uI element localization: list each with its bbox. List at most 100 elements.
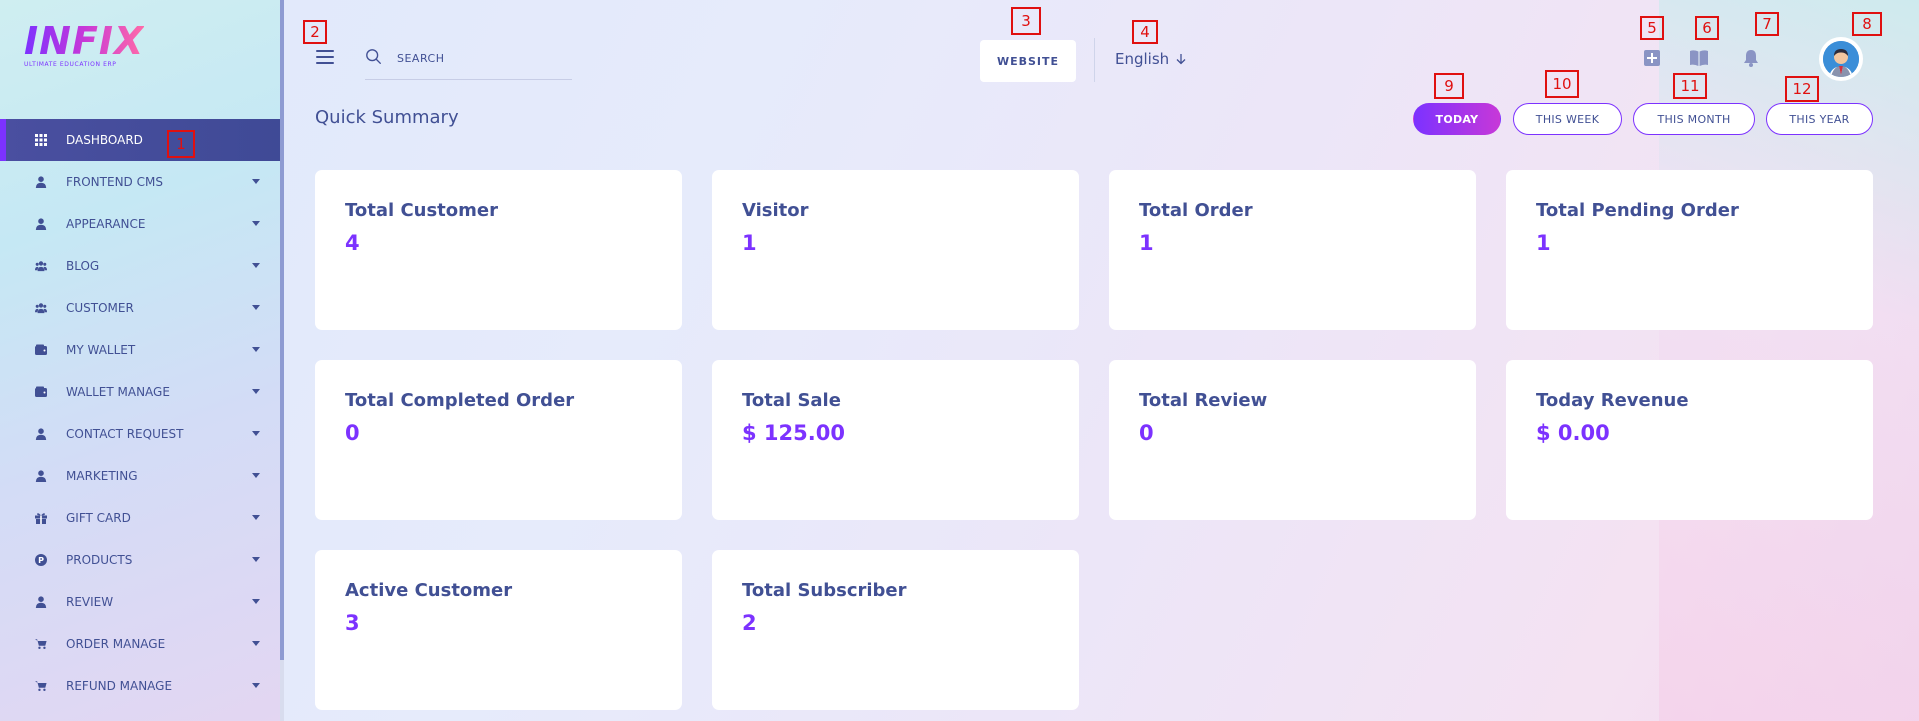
documentation-button[interactable] — [1689, 48, 1709, 68]
caret-down-icon — [252, 515, 260, 520]
annotation-marker: 11 — [1673, 73, 1707, 99]
gift-icon — [34, 511, 48, 525]
search-icon — [366, 49, 381, 64]
sidebar-item-label: ORDER MANAGE — [66, 637, 166, 651]
user-icon — [34, 217, 48, 231]
summary-card-label: Visitor — [742, 200, 809, 221]
language-label: English — [1115, 50, 1170, 68]
caret-down-icon — [252, 431, 260, 436]
annotation-marker: 10 — [1545, 70, 1579, 98]
annotation-marker: 5 — [1640, 16, 1664, 40]
summary-card-label: Total Sale — [742, 390, 841, 411]
caret-down-icon — [252, 347, 260, 352]
sidebar-item-dashboard[interactable]: DASHBOARD — [0, 119, 280, 161]
search-input[interactable] — [397, 48, 567, 68]
summary-card-value: 1 — [1139, 231, 1154, 255]
summary-card: Visitor 1 — [712, 170, 1079, 330]
sidebar-item-appearance[interactable]: APPEARANCE — [0, 203, 280, 245]
sidebar-item-label: PRODUCTS — [66, 553, 133, 567]
sidebar-item-contact-request[interactable]: CONTACT REQUEST — [0, 413, 280, 455]
sidebar-item-label: WALLET MANAGE — [66, 385, 170, 399]
caret-down-icon — [252, 305, 260, 310]
filter-this-month-button[interactable]: THIS MONTH — [1633, 103, 1755, 135]
caret-down-icon — [252, 473, 260, 478]
book-open-icon — [1690, 50, 1708, 66]
plus-square-icon — [1644, 50, 1660, 66]
sidebar-item-marketing[interactable]: MARKETING — [0, 455, 280, 497]
annotation-marker: 2 — [303, 20, 327, 44]
sidebar-item-label: APPEARANCE — [66, 217, 146, 231]
sidebar-scrollbar[interactable] — [280, 0, 284, 660]
avatar-image — [1823, 41, 1859, 77]
summary-card-label: Active Customer — [345, 580, 513, 601]
summary-card-label: Total Pending Order — [1536, 200, 1739, 221]
cart-icon — [34, 637, 48, 651]
logo-text: INFIX — [24, 19, 145, 63]
sidebar-item-label: FRONTEND CMS — [66, 175, 163, 189]
sidebar-item-wallet-manage[interactable]: WALLET MANAGE — [0, 371, 280, 413]
filter-this-year-button[interactable]: THIS YEAR — [1766, 103, 1873, 135]
wallet-icon — [34, 385, 48, 399]
sidebar-item-gift-card[interactable]: GIFT CARD — [0, 497, 280, 539]
bell-icon — [1744, 50, 1758, 67]
sidebar-item-label: CONTACT REQUEST — [66, 427, 184, 441]
summary-card-value: 2 — [742, 611, 757, 635]
user-avatar[interactable] — [1819, 37, 1863, 81]
summary-card-value: 4 — [345, 231, 360, 255]
sidebar-item-customer[interactable]: CUSTOMER — [0, 287, 280, 329]
caret-down-icon — [252, 221, 260, 226]
svg-text:P: P — [38, 556, 44, 565]
annotation-marker: 6 — [1695, 16, 1719, 40]
summary-card-label: Total Completed Order — [345, 390, 575, 411]
caret-down-icon — [252, 599, 260, 604]
sidebar-item-review[interactable]: REVIEW — [0, 581, 280, 623]
summary-card-value: 3 — [345, 611, 360, 635]
summary-card: Total Review 0 — [1109, 360, 1476, 520]
sidebar-item-products[interactable]: P PRODUCTS — [0, 539, 280, 581]
caret-down-icon — [252, 557, 260, 562]
summary-card-label: Today Revenue — [1536, 390, 1689, 411]
caret-down-icon — [252, 179, 260, 184]
annotation-marker: 3 — [1011, 7, 1041, 35]
product-icon: P — [34, 553, 48, 567]
summary-card-label: Total Review — [1139, 390, 1268, 411]
caret-down-icon — [252, 389, 260, 394]
hamburger-icon — [316, 50, 334, 52]
logo[interactable]: INFIX ULTIMATE EDUCATION ERP — [24, 22, 144, 72]
notifications-button[interactable] — [1741, 48, 1761, 68]
users-icon — [34, 259, 48, 273]
header-divider — [1094, 38, 1095, 82]
sidebar-item-label: DASHBOARD — [66, 133, 143, 147]
menu-toggle-button[interactable] — [316, 50, 334, 64]
filter-this-week-button[interactable]: THIS WEEK — [1513, 103, 1622, 135]
caret-down-icon — [252, 263, 260, 268]
website-button[interactable]: WEBSITE — [980, 40, 1076, 82]
sidebar-item-label: CUSTOMER — [66, 301, 134, 315]
sidebar-item-refund-manage[interactable]: REFUND MANAGE — [0, 665, 280, 707]
filter-today-button[interactable]: TODAY — [1413, 103, 1501, 135]
summary-card-value: 1 — [1536, 231, 1551, 255]
summary-card-value: 0 — [345, 421, 360, 445]
sidebar-item-my-wallet[interactable]: MY WALLET — [0, 329, 280, 371]
sidebar-item-blog[interactable]: BLOG — [0, 245, 280, 287]
sidebar-item-label: MY WALLET — [66, 343, 136, 357]
users-icon — [34, 301, 48, 315]
user-icon — [34, 469, 48, 483]
sidebar-item-frontend-cms[interactable]: FRONTEND CMS — [0, 161, 280, 203]
sidebar-item-order-manage[interactable]: ORDER MANAGE — [0, 623, 280, 665]
annotation-marker: 8 — [1852, 12, 1882, 36]
summary-card-label: Total Order — [1139, 200, 1253, 221]
add-new-button[interactable] — [1642, 48, 1662, 68]
user-icon — [34, 595, 48, 609]
language-selector[interactable]: English — [1115, 50, 1187, 68]
annotation-marker: 7 — [1755, 12, 1779, 36]
dashboard-icon — [34, 133, 48, 147]
annotation-marker: 12 — [1785, 76, 1819, 102]
summary-card-value: $ 125.00 — [742, 421, 845, 445]
sidebar-item-label: MARKETING — [66, 469, 138, 483]
summary-card: Total Sale $ 125.00 — [712, 360, 1079, 520]
arrow-down-icon — [1176, 54, 1186, 65]
summary-card-value: $ 0.00 — [1536, 421, 1610, 445]
caret-down-icon — [252, 683, 260, 688]
search-box — [365, 40, 572, 80]
